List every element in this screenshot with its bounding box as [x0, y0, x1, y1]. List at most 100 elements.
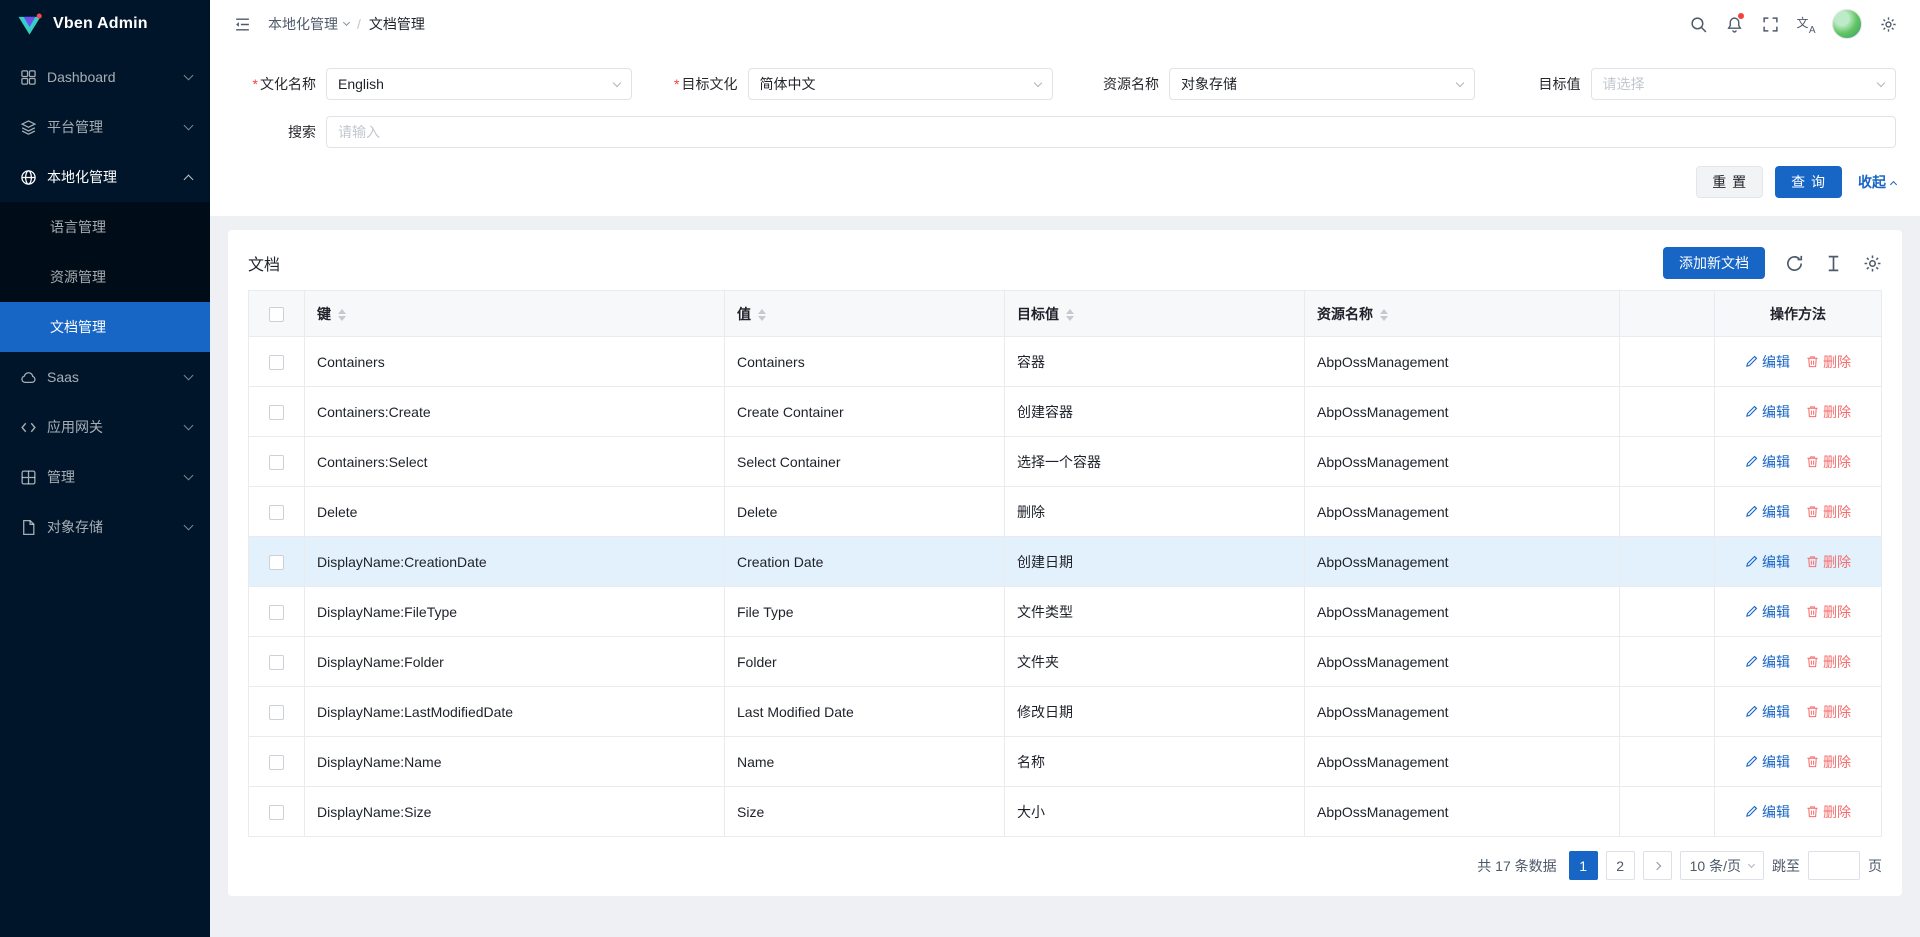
delete-button[interactable]: 删除: [1806, 552, 1851, 572]
delete-button[interactable]: 删除: [1806, 652, 1851, 672]
row-checkbox[interactable]: [269, 705, 284, 720]
select-all-checkbox[interactable]: [269, 307, 284, 322]
edit-button[interactable]: 编辑: [1745, 802, 1790, 822]
query-button[interactable]: 查 询: [1775, 166, 1842, 198]
row-checkbox[interactable]: [269, 755, 284, 770]
delete-button[interactable]: 删除: [1806, 802, 1851, 822]
table-row[interactable]: DisplayName:CreationDate Creation Date 创…: [249, 537, 1882, 587]
app-logo[interactable]: Vben Admin: [0, 0, 210, 48]
table-row[interactable]: DisplayName:Name Name 名称 AbpOssManagemen…: [249, 737, 1882, 787]
cell-value: Last Modified Date: [725, 687, 1005, 737]
table-row[interactable]: Containers Containers 容器 AbpOssManagemen…: [249, 337, 1882, 387]
column-header-resource[interactable]: 资源名称: [1305, 291, 1620, 337]
edit-button[interactable]: 编辑: [1745, 352, 1790, 372]
search-input[interactable]: [326, 116, 1896, 148]
sidebar-item-label: 对象存储: [47, 517, 175, 537]
fullscreen-icon[interactable]: [1752, 0, 1788, 48]
sidebar-subitem-resource[interactable]: 资源管理: [0, 252, 210, 302]
sort-icon[interactable]: [1380, 309, 1388, 321]
sidebar-item-dashboard[interactable]: Dashboard: [0, 52, 210, 102]
delete-button[interactable]: 删除: [1806, 602, 1851, 622]
delete-button[interactable]: 删除: [1806, 402, 1851, 422]
form-item-resource: 资源名称 对象存储: [1077, 68, 1475, 100]
chevron-down-icon: [612, 78, 620, 86]
sidebar-subitem-language[interactable]: 语言管理: [0, 202, 210, 252]
sidebar-item-gateway[interactable]: 应用网关: [0, 402, 210, 452]
edit-button[interactable]: 编辑: [1745, 652, 1790, 672]
delete-button[interactable]: 删除: [1806, 502, 1851, 522]
row-checkbox[interactable]: [269, 605, 284, 620]
edit-button[interactable]: 编辑: [1745, 452, 1790, 472]
table-row[interactable]: DisplayName:Size Size 大小 AbpOssManagemen…: [249, 787, 1882, 837]
sort-icon[interactable]: [758, 309, 766, 321]
cell-empty: [1620, 487, 1715, 537]
bell-icon[interactable]: [1716, 0, 1752, 48]
column-header-value[interactable]: 值: [725, 291, 1005, 337]
page-button-2[interactable]: 2: [1606, 851, 1635, 880]
row-actions: 编辑 删除: [1727, 652, 1869, 672]
settings-gear-icon[interactable]: [1870, 0, 1906, 48]
table-row[interactable]: Containers:Create Create Container 创建容器 …: [249, 387, 1882, 437]
column-header-key[interactable]: 键: [305, 291, 725, 337]
column-settings-icon[interactable]: [1863, 254, 1882, 273]
table-row[interactable]: Containers:Select Select Container 选择一个容…: [249, 437, 1882, 487]
chevron-right-icon: [1653, 861, 1661, 869]
row-height-icon[interactable]: [1824, 254, 1843, 273]
cell-empty: [1620, 687, 1715, 737]
sidebar-item-platform[interactable]: 平台管理: [0, 102, 210, 152]
row-checkbox[interactable]: [269, 505, 284, 520]
page-button-1[interactable]: 1: [1569, 851, 1598, 880]
table-row[interactable]: DisplayName:Folder Folder 文件夹 AbpOssMana…: [249, 637, 1882, 687]
chevron-down-icon: [184, 121, 194, 131]
sidebar-item-object-storage[interactable]: 对象存储: [0, 502, 210, 552]
add-document-button[interactable]: 添加新文档: [1663, 247, 1765, 279]
row-checkbox[interactable]: [269, 655, 284, 670]
row-checkbox[interactable]: [269, 355, 284, 370]
target-value-select[interactable]: 请选择: [1591, 68, 1897, 100]
page-size-select[interactable]: 10 条/页: [1680, 851, 1764, 880]
delete-button[interactable]: 删除: [1806, 752, 1851, 772]
row-checkbox[interactable]: [269, 555, 284, 570]
breadcrumb: 本地化管理 / 文档管理: [268, 14, 425, 34]
reset-button[interactable]: 重 置: [1696, 166, 1763, 198]
refresh-icon[interactable]: [1785, 254, 1804, 273]
sidebar-subitem-document[interactable]: 文档管理: [0, 302, 210, 352]
target-culture-select[interactable]: 简体中文: [748, 68, 1054, 100]
edit-button[interactable]: 编辑: [1745, 702, 1790, 722]
sidebar-item-saas[interactable]: Saas: [0, 352, 210, 402]
chevron-down-icon: [184, 71, 194, 81]
edit-button[interactable]: 编辑: [1745, 552, 1790, 572]
search-icon[interactable]: [1680, 0, 1716, 48]
sidebar-item-manage[interactable]: 管理: [0, 452, 210, 502]
edit-button[interactable]: 编辑: [1745, 602, 1790, 622]
edit-button[interactable]: 编辑: [1745, 752, 1790, 772]
collapse-link[interactable]: 收起: [1858, 172, 1896, 192]
delete-button[interactable]: 删除: [1806, 452, 1851, 472]
row-checkbox[interactable]: [269, 805, 284, 820]
resource-select[interactable]: 对象存储: [1169, 68, 1475, 100]
breadcrumb-parent[interactable]: 本地化管理: [268, 14, 349, 34]
delete-label: 删除: [1823, 652, 1851, 672]
next-page-button[interactable]: [1643, 851, 1672, 880]
sort-icon[interactable]: [338, 309, 346, 321]
sort-icon[interactable]: [1066, 309, 1074, 321]
jump-page-input[interactable]: [1808, 851, 1860, 880]
column-header-target[interactable]: 目标值: [1005, 291, 1305, 337]
pagination-total: 共 17 条数据: [1477, 856, 1556, 876]
delete-button[interactable]: 删除: [1806, 702, 1851, 722]
sidebar-item-localization[interactable]: 本地化管理: [0, 152, 210, 202]
table-row[interactable]: DisplayName:LastModifiedDate Last Modifi…: [249, 687, 1882, 737]
table-row[interactable]: DisplayName:FileType File Type 文件类型 AbpO…: [249, 587, 1882, 637]
edit-button[interactable]: 编辑: [1745, 502, 1790, 522]
translate-icon[interactable]: 文A: [1788, 0, 1824, 48]
form-item-target-culture: *目标文化 简体中文: [656, 68, 1054, 100]
row-checkbox[interactable]: [269, 405, 284, 420]
cell-resource: AbpOssManagement: [1305, 537, 1620, 587]
table-row[interactable]: Delete Delete 删除 AbpOssManagement 编辑 删除: [249, 487, 1882, 537]
row-checkbox[interactable]: [269, 455, 284, 470]
menu-fold-icon[interactable]: [224, 0, 260, 48]
edit-button[interactable]: 编辑: [1745, 402, 1790, 422]
culture-select[interactable]: English: [326, 68, 632, 100]
avatar[interactable]: [1832, 9, 1862, 39]
delete-button[interactable]: 删除: [1806, 352, 1851, 372]
